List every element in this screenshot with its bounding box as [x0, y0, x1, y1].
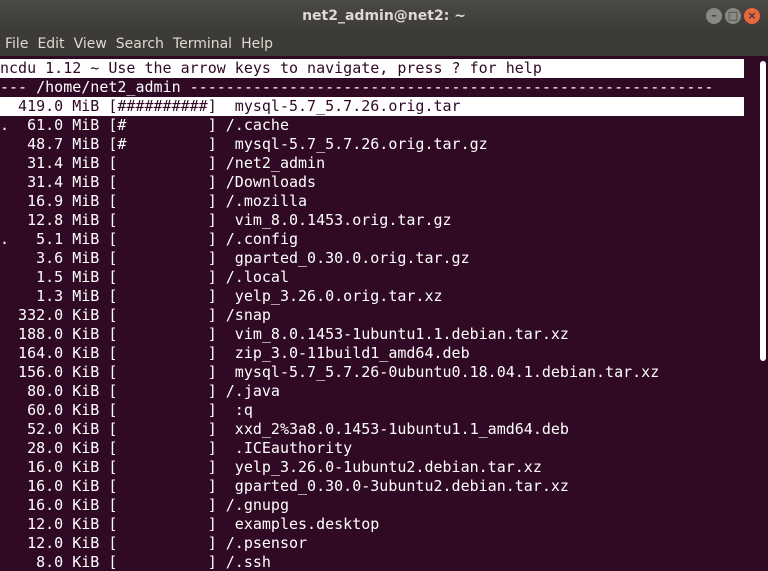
menu-edit[interactable]: Edit	[32, 33, 68, 56]
ncdu-path-line: --- /home/net2_admin -------------------…	[0, 78, 714, 96]
menu-terminal[interactable]: Terminal	[168, 33, 236, 56]
ncdu-row[interactable]: . 61.0 MiB [# ] /.cache	[0, 116, 744, 135]
ncdu-row[interactable]: 16.0 KiB [ ] gparted_0.30.0-3ubuntu2.deb…	[0, 477, 744, 496]
close-button[interactable]: ×	[744, 8, 760, 24]
ncdu-row[interactable]: 164.0 KiB [ ] zip_3.0-11build1_amd64.deb	[0, 344, 744, 363]
menu-bar: File Edit View Search Terminal Help	[0, 33, 768, 56]
ncdu-row[interactable]: 12.0 KiB [ ] /.psensor	[0, 534, 744, 553]
title-bar[interactable]: net2_admin@net2: ~ – □ ×	[0, 0, 768, 33]
window-title: net2_admin@net2: ~	[302, 8, 466, 24]
scrollbar-thumb[interactable]	[760, 61, 766, 361]
ncdu-row[interactable]: 16.9 MiB [ ] /.mozilla	[0, 192, 744, 211]
ncdu-header: ncdu 1.12 ~ Use the arrow keys to naviga…	[0, 59, 744, 78]
terminal-scrollbar[interactable]	[760, 57, 766, 571]
menu-help[interactable]: Help	[236, 33, 277, 56]
ncdu-row[interactable]: 12.8 MiB [ ] vim_8.0.1453.orig.tar.gz	[0, 211, 744, 230]
ncdu-row[interactable]: 12.0 KiB [ ] examples.desktop	[0, 515, 744, 534]
ncdu-row[interactable]: 156.0 KiB [ ] mysql-5.7_5.7.26-0ubuntu0.…	[0, 363, 744, 382]
terminal-window: net2_admin@net2: ~ – □ × File Edit View …	[0, 0, 768, 571]
minimize-button[interactable]: –	[706, 8, 722, 24]
ncdu-row[interactable]: 28.0 KiB [ ] .ICEauthority	[0, 439, 744, 458]
ncdu-row[interactable]: . 5.1 MiB [ ] /.config	[0, 230, 744, 249]
window-controls: – □ ×	[706, 8, 760, 24]
terminal-area[interactable]: ncdu 1.12 ~ Use the arrow keys to naviga…	[0, 57, 768, 571]
menu-file[interactable]: File	[0, 33, 32, 56]
ncdu-row[interactable]: 16.0 KiB [ ] /.gnupg	[0, 496, 744, 515]
ncdu-row[interactable]: 31.4 MiB [ ] /Downloads	[0, 173, 744, 192]
ncdu-row[interactable]: 3.6 MiB [ ] gparted_0.30.0.orig.tar.gz	[0, 249, 744, 268]
ncdu-row[interactable]: 188.0 KiB [ ] vim_8.0.1453-1ubuntu1.1.de…	[0, 325, 744, 344]
ncdu-row[interactable]: 16.0 KiB [ ] yelp_3.26.0-1ubuntu2.debian…	[0, 458, 744, 477]
menu-search[interactable]: Search	[111, 33, 168, 56]
maximize-button[interactable]: □	[725, 8, 741, 24]
ncdu-row[interactable]: 332.0 KiB [ ] /snap	[0, 306, 744, 325]
ncdu-row[interactable]: 1.3 MiB [ ] yelp_3.26.0.orig.tar.xz	[0, 287, 744, 306]
ncdu-row[interactable]: 8.0 KiB [ ] /.ssh	[0, 553, 744, 571]
ncdu-row[interactable]: 31.4 MiB [ ] /net2_admin	[0, 154, 744, 173]
ncdu-row[interactable]: 80.0 KiB [ ] /.java	[0, 382, 744, 401]
ncdu-row-selected[interactable]: 419.0 MiB [##########] mysql-5.7_5.7.26.…	[0, 97, 744, 116]
ncdu-row[interactable]: 1.5 MiB [ ] /.local	[0, 268, 744, 287]
menu-view[interactable]: View	[69, 33, 111, 56]
ncdu-row[interactable]: 60.0 KiB [ ] :q	[0, 401, 744, 420]
ncdu-row[interactable]: 48.7 MiB [# ] mysql-5.7_5.7.26.orig.tar.…	[0, 135, 744, 154]
ncdu-row[interactable]: 52.0 KiB [ ] xxd_2%3a8.0.1453-1ubuntu1.1…	[0, 420, 744, 439]
